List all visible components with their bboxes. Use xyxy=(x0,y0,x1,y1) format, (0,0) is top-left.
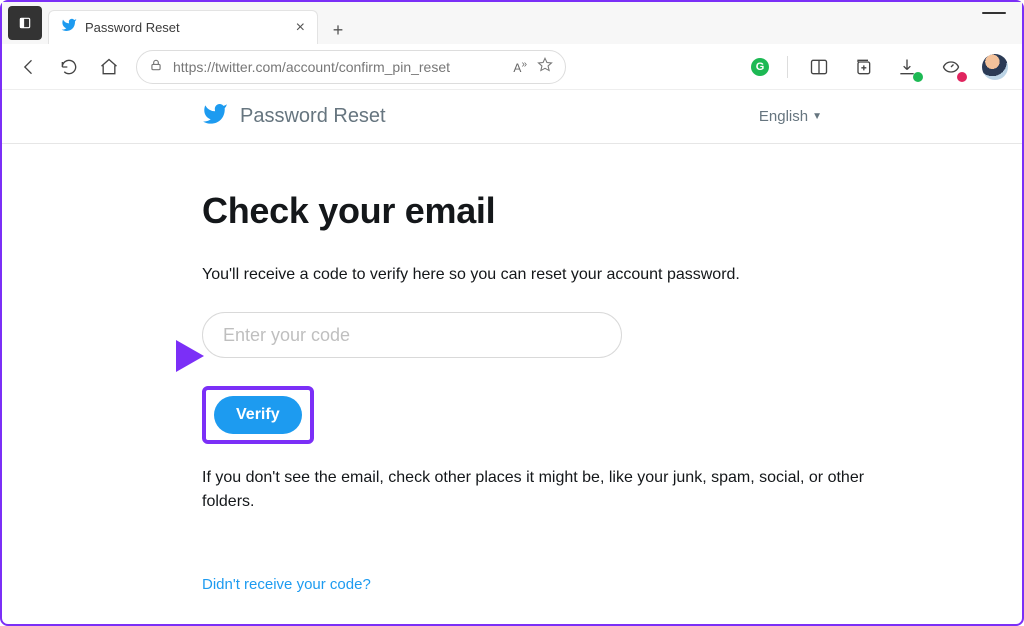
address-bar[interactable]: https://twitter.com/account/confirm_pin_… xyxy=(136,50,566,84)
language-selector[interactable]: English ▼ xyxy=(759,108,822,125)
home-button[interactable] xyxy=(96,54,122,80)
verify-highlight-box: Verify xyxy=(202,386,314,444)
new-tab-button[interactable]: + xyxy=(324,16,352,44)
main-content: Check your email You'll receive a code t… xyxy=(2,144,962,594)
refresh-button[interactable] xyxy=(56,54,82,80)
favorite-icon[interactable] xyxy=(537,57,553,76)
tab-title: Password Reset xyxy=(85,20,288,35)
performance-icon[interactable] xyxy=(938,54,964,80)
alert-badge xyxy=(957,72,967,82)
grammarly-icon[interactable]: G xyxy=(751,58,769,76)
code-input[interactable] xyxy=(202,312,622,358)
reader-mode-icon[interactable]: A» xyxy=(513,59,527,75)
url-text: https://twitter.com/account/confirm_pin_… xyxy=(173,59,503,75)
page-header: Password Reset English ▼ xyxy=(2,90,1022,144)
toolbar-divider xyxy=(787,56,788,78)
profile-avatar[interactable] xyxy=(982,54,1008,80)
chevron-down-icon: ▼ xyxy=(812,111,822,122)
back-button[interactable] xyxy=(16,54,42,80)
language-label: English xyxy=(759,108,808,125)
browser-titlebar: Password Reset × + xyxy=(2,2,1022,44)
tab-close-icon[interactable]: × xyxy=(296,19,305,37)
collections-icon[interactable] xyxy=(850,54,876,80)
hint-text: If you don't see the email, check other … xyxy=(202,466,902,514)
twitter-logo-icon xyxy=(202,101,228,132)
heading: Check your email xyxy=(202,190,902,232)
resend-code-link[interactable]: Didn't receive your code? xyxy=(202,576,371,593)
twitter-favicon-icon xyxy=(61,17,77,38)
verify-button[interactable]: Verify xyxy=(214,396,302,434)
browser-toolbar: https://twitter.com/account/confirm_pin_… xyxy=(2,44,1022,90)
window-minimize-icon[interactable] xyxy=(982,12,1006,14)
downloads-icon[interactable] xyxy=(894,54,920,80)
split-screen-icon[interactable] xyxy=(806,54,832,80)
description-text: You'll receive a code to verify here so … xyxy=(202,266,902,284)
page-title: Password Reset xyxy=(240,105,386,128)
browser-tab[interactable]: Password Reset × xyxy=(48,10,318,44)
tab-actions-button[interactable] xyxy=(8,6,42,40)
download-success-badge xyxy=(913,72,923,82)
lock-icon xyxy=(149,58,163,75)
